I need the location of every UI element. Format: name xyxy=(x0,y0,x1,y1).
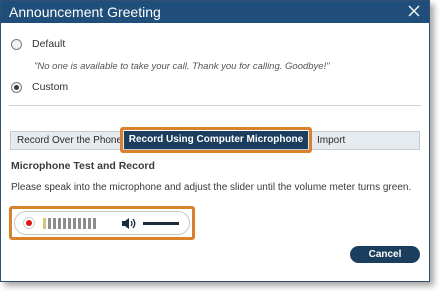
dialog-title: Announcement Greeting xyxy=(9,4,161,20)
volume-meter-segment xyxy=(78,218,81,229)
volume-meter-segment xyxy=(73,218,76,229)
volume-meter xyxy=(43,218,96,229)
default-radio[interactable] xyxy=(11,38,22,50)
tab-import[interactable]: Import xyxy=(317,132,345,149)
volume-meter-segment xyxy=(53,218,56,229)
volume-meter-segment xyxy=(43,218,46,229)
screenshot-stage: Announcement Greeting Default "No one is… xyxy=(0,0,442,293)
volume-meter-segment xyxy=(48,218,51,229)
default-greeting-option[interactable]: Default xyxy=(11,37,65,51)
custom-radio-label: Custom xyxy=(32,81,69,93)
cancel-button[interactable]: Cancel xyxy=(350,246,420,263)
speaker-volume-icon xyxy=(122,218,136,229)
default-greeting-text: "No one is available to take your call. … xyxy=(34,61,330,72)
record-icon[interactable] xyxy=(23,217,35,229)
tab-record-over-phone[interactable]: Record Over the Phone xyxy=(17,132,122,149)
section-divider xyxy=(9,105,421,106)
volume-meter-segment xyxy=(63,218,66,229)
volume-meter-segment xyxy=(88,218,91,229)
recorder-control xyxy=(14,211,190,235)
volume-slider-fill xyxy=(143,222,179,225)
volume-meter-segment xyxy=(83,218,86,229)
active-tab-highlight: Record Using Computer Microphone xyxy=(120,127,312,153)
custom-radio[interactable] xyxy=(11,81,22,93)
custom-greeting-option[interactable]: Custom xyxy=(11,80,68,94)
close-icon[interactable] xyxy=(407,3,421,19)
mic-instructions: Please speak into the microphone and adj… xyxy=(11,182,412,193)
volume-meter-segment xyxy=(58,218,61,229)
volume-meter-segment xyxy=(68,218,71,229)
volume-slider[interactable] xyxy=(143,222,179,225)
dialog-titlebar: Announcement Greeting xyxy=(1,1,429,23)
default-radio-label: Default xyxy=(32,38,66,50)
tab-record-computer-microphone[interactable]: Record Using Computer Microphone xyxy=(124,131,308,149)
volume-meter-segment xyxy=(93,218,96,229)
announcement-greeting-dialog: Announcement Greeting Default "No one is… xyxy=(0,0,430,282)
recorder-highlight xyxy=(9,206,195,240)
mic-section-heading: Microphone Test and Record xyxy=(11,160,155,172)
